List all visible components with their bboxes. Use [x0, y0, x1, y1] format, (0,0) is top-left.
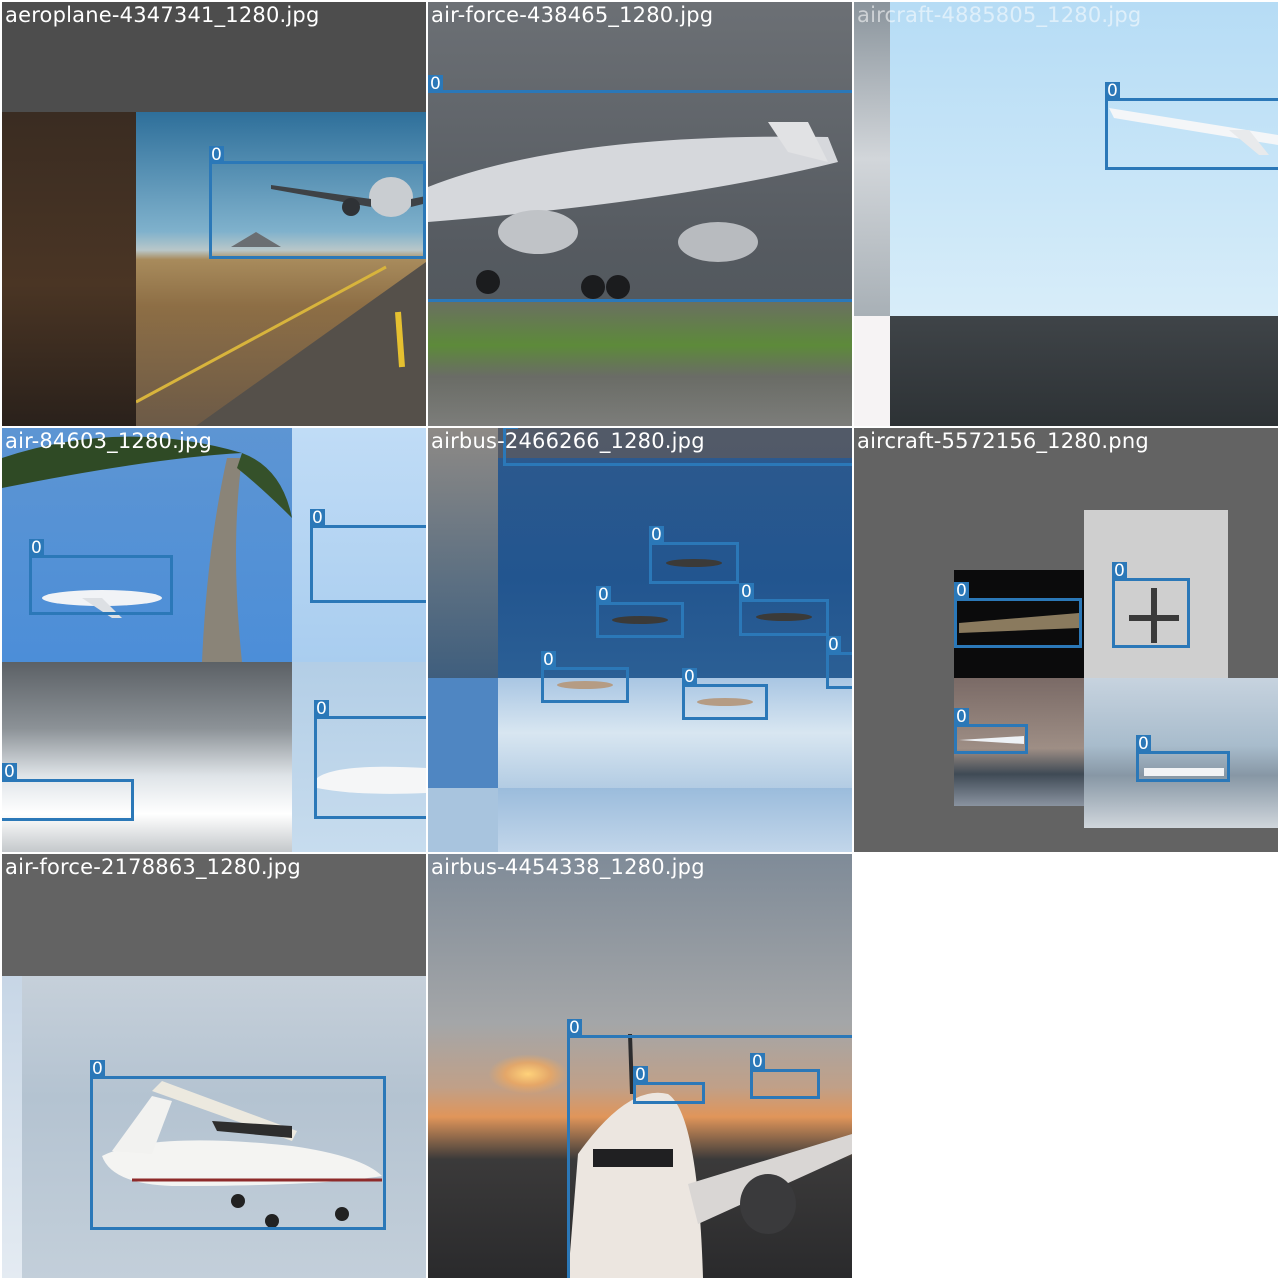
detection-class-label: 0 — [1112, 561, 1127, 581]
detection-class-label: 0 — [567, 1018, 582, 1038]
asphalt-photo — [890, 316, 1278, 426]
detection-class-label: 0 — [428, 74, 443, 94]
tile-filename: airbus-2466266_1280.jpg — [431, 429, 705, 453]
palm-tree-shape — [2, 436, 292, 662]
cloudy-sky-photo — [2, 662, 292, 852]
detection-class-label: 0 — [29, 538, 44, 558]
detection-box — [1105, 98, 1278, 170]
detection-box — [2, 779, 134, 821]
tile-filename: aeroplane-4347341_1280.jpg — [5, 3, 320, 27]
dark-sky-photo — [2, 112, 136, 426]
road-photo-details — [136, 177, 426, 426]
mosaic-tile: 0 0 0 0 aircraft-5572156_1280.png — [854, 428, 1278, 852]
mosaic-tile: 0 air-force-438465_1280.jpg — [428, 2, 852, 426]
detection-box — [90, 1076, 386, 1230]
mosaic-tile: 0 0 0 airbus-4454338_1280.jpg — [428, 854, 852, 1278]
mosaic-tile: 0 0 0 0 air-84603_1280.jpg — [2, 428, 426, 852]
detection-class-label: 0 — [2, 762, 17, 782]
tile-filename: air-force-2178863_1280.jpg — [5, 855, 301, 879]
detection-box — [314, 716, 426, 819]
tile-filename: air-force-438465_1280.jpg — [431, 3, 714, 27]
mosaic-tile: 0 aircraft-4885805_1280.jpg — [854, 2, 1278, 426]
tile-filename: aircraft-4885805_1280.jpg — [857, 3, 1142, 27]
mosaic-tile: 0 air-force-2178863_1280.jpg — [2, 854, 426, 1278]
detection-box — [29, 555, 173, 615]
detection-class-label: 0 — [310, 508, 325, 528]
detection-box — [954, 724, 1028, 754]
detection-class-label: 0 — [954, 707, 969, 727]
cloud-strip-photo — [854, 2, 890, 316]
detection-box — [954, 598, 1082, 648]
detection-class-label: 0 — [1105, 81, 1120, 101]
detection-box — [1112, 578, 1190, 648]
detection-box — [428, 90, 852, 302]
tile-filename: aircraft-5572156_1280.png — [857, 429, 1149, 453]
mosaic-tile: 0 aeroplane-4347341_1280.jpg — [2, 2, 426, 426]
tile-filename: airbus-4454338_1280.jpg — [431, 855, 705, 879]
detection-class-label: 0 — [1136, 734, 1151, 754]
detection-box — [750, 1069, 820, 1099]
detection-class-label: 0 — [314, 699, 329, 719]
white-pad — [854, 316, 890, 426]
detection-class-label: 0 — [209, 145, 224, 165]
detection-box — [209, 161, 426, 259]
plane-silhouettes — [557, 559, 812, 706]
edge-strip-photo — [2, 976, 22, 1278]
detection-box — [310, 525, 426, 603]
sun-glow — [488, 1054, 568, 1094]
tile-filename: air-84603_1280.jpg — [5, 429, 213, 453]
detection-class-label: 0 — [954, 581, 969, 601]
runway-ground — [428, 302, 852, 426]
detection-box — [1136, 751, 1230, 782]
detection-box — [633, 1082, 705, 1104]
detection-class-label: 0 — [633, 1065, 648, 1085]
detection-class-label: 0 — [750, 1052, 765, 1072]
detection-class-label: 0 — [90, 1059, 105, 1079]
mosaic-tile: 0 0 0 0 0 0 0 airbus-2466266_1280.jpg — [428, 428, 852, 852]
